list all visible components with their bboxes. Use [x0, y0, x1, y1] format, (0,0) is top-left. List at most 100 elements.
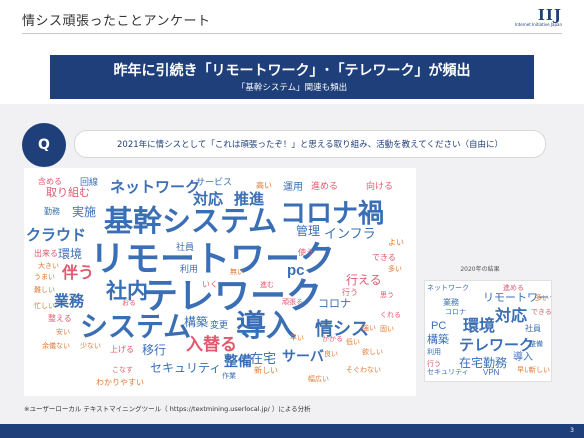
- cloud-word: 新しい: [254, 366, 278, 375]
- cloud-word: いく: [202, 280, 218, 289]
- inset-word: 利用: [427, 349, 441, 356]
- inset-word: ネットワーク: [427, 285, 469, 292]
- cloud-word: 忙しい: [34, 303, 55, 310]
- cloud-word: 勤務: [44, 207, 60, 216]
- cloud-word: 運用: [283, 182, 303, 193]
- cloud-word: 作業: [222, 373, 236, 380]
- cloud-word: システム: [80, 311, 192, 342]
- inset-word: 構築: [427, 334, 449, 346]
- inset-word: 新しい: [529, 367, 550, 374]
- cloud-word: 業務: [54, 293, 85, 310]
- cloud-word: 含める: [38, 177, 62, 186]
- cloud-word: 進む: [260, 282, 274, 289]
- cloud-word: サーバ: [282, 348, 324, 364]
- cloud-word: 管理: [296, 224, 321, 238]
- cloud-word: 難しい: [34, 287, 55, 294]
- cloud-word: 社員: [176, 242, 195, 252]
- cloud-word: 使う: [298, 248, 314, 257]
- inset-label: 2020年の結果: [460, 266, 500, 273]
- inset-word: 多い: [535, 295, 549, 302]
- cloud-word: 余儀ない: [42, 343, 70, 350]
- cloud-word: 低い: [346, 339, 360, 346]
- inset-word: 行う: [427, 361, 441, 368]
- headline-banner: 昨年に引続き「リモートワーク」･「テレワーク」が頻出 「基幹システム」関連も頻出: [50, 55, 534, 99]
- page-number: 3: [570, 427, 574, 434]
- cloud-word: 社内: [106, 280, 148, 303]
- cloud-word: 無い: [230, 269, 244, 276]
- cloud-word: 整備: [224, 353, 252, 369]
- cloud-word: 整える: [48, 314, 72, 323]
- cloud-word: そぐわない: [346, 367, 381, 374]
- cloud-word: 出来る: [34, 249, 58, 258]
- inset-word: テレワーク: [459, 337, 535, 354]
- question-box: 2021年に情シスとして「これは頑張ったぞ！」と思える取り組み、活動を教えてくだ…: [74, 130, 546, 158]
- cloud-word: 欲しい: [362, 349, 383, 356]
- logo-subtitle: Internet Initiative Japan: [514, 22, 562, 27]
- cloud-word: サービス: [196, 177, 233, 187]
- inset-word: 導入: [513, 352, 533, 363]
- cloud-word: うまい: [34, 274, 55, 281]
- cloud-word: クラウド: [26, 227, 87, 244]
- cloud-word: 強い: [362, 325, 376, 332]
- cloud-word: 上げる: [110, 345, 134, 354]
- cloud-word: 基幹システム: [104, 206, 278, 238]
- cloud-word: テレワーク: [142, 275, 323, 316]
- cloud-word: 行う: [342, 288, 358, 297]
- inset-word: PC: [431, 320, 447, 332]
- bottom-bar: [0, 424, 584, 438]
- cloud-word: 思う: [380, 292, 394, 299]
- word-cloud: 基幹システム リモートワーク テレワーク システム 導入 コロナ禍 ネットワーク 対応 推進 クラ…: [24, 168, 416, 396]
- inset-word: 早い: [517, 367, 531, 374]
- inset-word: セキュリティ: [427, 369, 469, 376]
- cloud-word: 安い: [56, 329, 70, 336]
- cloud-word: 環境: [58, 247, 83, 261]
- company-logo: IIJ Internet Initiative Japan: [515, 6, 562, 27]
- cloud-word: かかる: [322, 336, 343, 343]
- inset-word: 進める: [503, 285, 524, 292]
- page-title: 情シス頑張ったことアンケート: [22, 14, 211, 29]
- cloud-word: 構築: [184, 315, 209, 329]
- cloud-word: セキュリティ: [150, 361, 222, 375]
- cloud-word: 推進: [234, 191, 265, 208]
- cloud-word: 在宅: [250, 351, 277, 366]
- cloud-word: 伴う: [62, 265, 95, 282]
- cloud-word: 多い: [388, 266, 402, 273]
- cloud-word: 高い: [256, 181, 272, 190]
- cloud-word: ネットワーク: [110, 179, 201, 196]
- inset-word-cloud: リモートワーク環境対応テレワーク在宅勤務構築導入業務PCVPN社員利用ネットワー…: [424, 280, 552, 382]
- cloud-word: 頑張る: [282, 299, 303, 306]
- inset-word: 環境: [463, 318, 496, 335]
- cloud-word: 大きい: [38, 263, 59, 270]
- inset-word: 業務: [443, 298, 459, 307]
- inset-word: 社員: [525, 324, 541, 333]
- inset-word: VPN: [483, 368, 500, 377]
- cloud-word: コロナ禍: [280, 198, 385, 228]
- cloud-word: 行える: [346, 273, 382, 287]
- inset-word: 対応: [495, 308, 528, 325]
- top-bar: 情シス頑張ったことアンケート IIJ Internet Initiative J…: [0, 0, 584, 34]
- header-divider: [22, 33, 562, 34]
- inset-word: 整備: [529, 341, 543, 348]
- cloud-word: 幅広い: [308, 376, 329, 383]
- cloud-word: 向ける: [366, 181, 394, 191]
- cloud-word: よい: [388, 238, 404, 247]
- cloud-word: コロナ: [318, 298, 351, 310]
- cloud-word: 取り組む: [46, 187, 90, 199]
- cloud-word: こなす: [112, 367, 133, 374]
- cloud-word: 実施: [72, 205, 97, 219]
- cloud-word: 利用: [180, 264, 199, 274]
- cloud-word: できる: [372, 253, 396, 262]
- cloud-word: 回線: [80, 177, 99, 187]
- cloud-word: おる: [122, 300, 136, 307]
- cloud-word: 良い: [324, 351, 338, 358]
- inset-word: できる: [531, 309, 552, 316]
- cloud-word: 対応: [193, 191, 224, 208]
- cloud-word: 変更: [210, 320, 229, 330]
- cloud-word: 早い: [290, 335, 304, 342]
- inset-word: コロナ: [445, 309, 466, 316]
- cloud-word: わかりやすい: [96, 378, 144, 387]
- cloud-word: 進める: [311, 181, 339, 191]
- banner-headline: 昨年に引続き「リモートワーク」･「テレワーク」が頻出: [113, 63, 471, 79]
- cloud-word: 固い: [380, 326, 394, 333]
- cloud-word: 移行: [142, 343, 167, 357]
